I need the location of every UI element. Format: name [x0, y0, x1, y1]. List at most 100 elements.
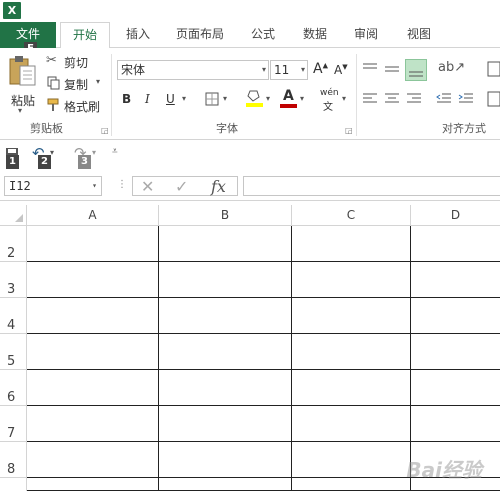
- underline-dropdown-arrow[interactable]: ▾: [182, 94, 186, 103]
- column-header-a[interactable]: A: [27, 205, 159, 226]
- cell[interactable]: [292, 406, 411, 442]
- insert-function-icon[interactable]: fx: [211, 177, 226, 196]
- font-dialog-launcher-icon[interactable]: ◲: [345, 126, 353, 135]
- bold-button[interactable]: B: [122, 92, 131, 106]
- align-right-button[interactable]: [406, 92, 426, 110]
- clipboard-dialog-launcher-icon[interactable]: ◲: [101, 126, 109, 135]
- cell[interactable]: [27, 442, 159, 478]
- cell[interactable]: [27, 298, 159, 334]
- tab-data[interactable]: 数据: [292, 22, 338, 48]
- font-color-button[interactable]: A ▾: [280, 88, 308, 110]
- cell[interactable]: [27, 406, 159, 442]
- row-header-6[interactable]: 6: [0, 370, 27, 406]
- copy-dropdown-arrow[interactable]: ▾: [96, 77, 100, 86]
- column-header-b[interactable]: B: [159, 205, 292, 226]
- cell[interactable]: [292, 370, 411, 406]
- row-header-3[interactable]: 3: [0, 262, 27, 298]
- cell[interactable]: [159, 334, 292, 370]
- cut-button[interactable]: ✂ 剪切: [46, 53, 104, 71]
- cell[interactable]: [292, 262, 411, 298]
- borders-button[interactable]: ▾: [205, 92, 231, 108]
- tab-formulas[interactable]: 公式: [240, 22, 286, 48]
- increase-indent-button[interactable]: [458, 92, 478, 110]
- align-bottom-button[interactable]: [405, 59, 427, 81]
- cell[interactable]: [411, 298, 500, 334]
- align-center-button[interactable]: [384, 92, 404, 110]
- group-divider: [111, 54, 112, 136]
- row-header-2[interactable]: 2: [0, 226, 27, 262]
- shrink-font-button[interactable]: A▼: [334, 63, 348, 77]
- cell[interactable]: [159, 298, 292, 334]
- name-box[interactable]: I12 ▾: [4, 176, 102, 196]
- fill-color-button[interactable]: ▾: [246, 88, 274, 110]
- tab-review[interactable]: 审阅: [343, 22, 389, 48]
- cell[interactable]: [292, 298, 411, 334]
- align-center-icon: [385, 93, 399, 103]
- cancel-entry-icon[interactable]: ✕: [141, 177, 154, 196]
- row-header-5[interactable]: 5: [0, 334, 27, 370]
- decrease-indent-icon: [436, 93, 451, 103]
- cell[interactable]: [159, 226, 292, 262]
- chevron-down-icon: ▾: [342, 94, 347, 103]
- cell[interactable]: [411, 442, 500, 478]
- cell[interactable]: [27, 334, 159, 370]
- cell[interactable]: [27, 262, 159, 298]
- cell[interactable]: [411, 226, 500, 262]
- cell[interactable]: [27, 478, 159, 491]
- cell[interactable]: [159, 406, 292, 442]
- align-left-button[interactable]: [362, 92, 382, 110]
- row-header-4[interactable]: 4: [0, 298, 27, 334]
- tab-view[interactable]: 视图: [396, 22, 442, 48]
- paint-bucket-icon: [246, 90, 263, 107]
- cell[interactable]: [159, 442, 292, 478]
- cell[interactable]: [411, 406, 500, 442]
- tab-home[interactable]: 开始: [60, 22, 110, 49]
- cell[interactable]: [292, 226, 411, 262]
- select-all-corner[interactable]: [0, 205, 27, 226]
- wrap-text-button[interactable]: [486, 60, 500, 110]
- cell[interactable]: [159, 478, 292, 491]
- cell[interactable]: [27, 226, 159, 262]
- orientation-button[interactable]: ab↗: [438, 60, 466, 80]
- cell[interactable]: [292, 478, 411, 491]
- cell[interactable]: [159, 262, 292, 298]
- row-header-7[interactable]: 7: [0, 406, 27, 442]
- format-painter-button[interactable]: 格式刷: [46, 97, 106, 115]
- clipboard-icon: [9, 56, 36, 86]
- formula-bar-grip[interactable]: ⋮: [117, 179, 127, 190]
- paste-button[interactable]: 粘贴 ▾: [6, 54, 40, 115]
- cell[interactable]: [292, 334, 411, 370]
- row-header-9[interactable]: [0, 478, 27, 491]
- paste-dropdown-arrow[interactable]: ▾: [18, 106, 22, 115]
- decrease-indent-button[interactable]: [436, 92, 456, 110]
- confirm-entry-icon[interactable]: ✓: [175, 177, 188, 196]
- align-middle-button[interactable]: [384, 62, 404, 80]
- formula-actions: ✕ ✓ fx: [132, 176, 238, 196]
- cell[interactable]: [411, 262, 500, 298]
- grow-font-button[interactable]: A▲: [313, 61, 328, 77]
- font-size-select[interactable]: 11 ▾: [270, 60, 308, 80]
- phonetic-glyph: 文: [323, 102, 333, 113]
- paintbrush-icon: [47, 98, 59, 111]
- cell[interactable]: [292, 442, 411, 478]
- align-top-button[interactable]: [362, 62, 382, 80]
- tab-insert[interactable]: 插入: [115, 22, 161, 48]
- column-header-c[interactable]: C: [292, 205, 411, 226]
- row-header-8[interactable]: 8: [0, 442, 27, 478]
- cell[interactable]: [411, 478, 500, 491]
- copy-button[interactable]: 复制 ▾: [46, 75, 106, 93]
- phonetic-guide-button[interactable]: wén 文 ▾: [320, 88, 350, 113]
- font-name-select[interactable]: 宋体 ▾: [117, 60, 269, 80]
- customize-qat-button[interactable]: ⩡: [112, 146, 118, 157]
- cell[interactable]: [411, 334, 500, 370]
- cell[interactable]: [159, 370, 292, 406]
- underline-button[interactable]: U: [166, 92, 175, 106]
- italic-button[interactable]: I: [145, 92, 150, 106]
- keytip-undo: 2: [38, 155, 51, 169]
- cut-label: 剪切: [64, 56, 89, 70]
- column-header-d[interactable]: D: [411, 205, 500, 226]
- tab-page-layout[interactable]: 页面布局: [166, 22, 234, 48]
- cell[interactable]: [411, 370, 500, 406]
- cell[interactable]: [27, 370, 159, 406]
- formula-input[interactable]: [243, 176, 500, 196]
